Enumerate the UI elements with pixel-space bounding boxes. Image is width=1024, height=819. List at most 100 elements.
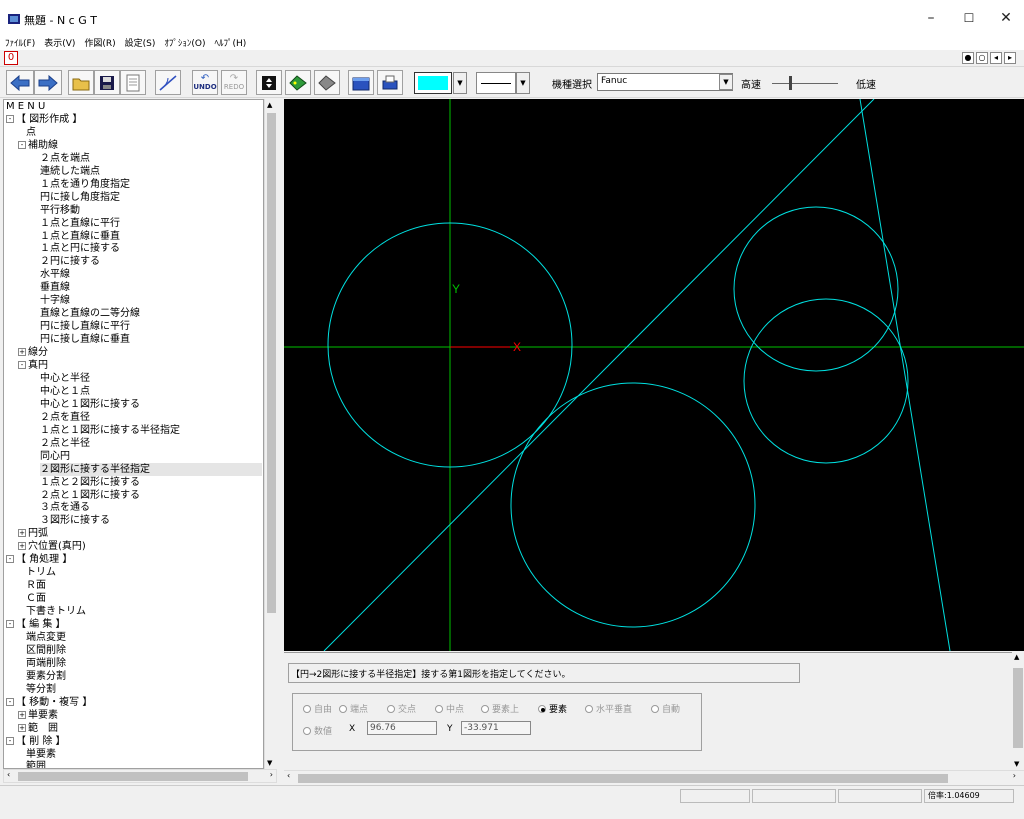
tree-item[interactable]: - 【 図形作成 】: [6, 113, 82, 126]
layer-button[interactable]: [348, 70, 374, 95]
tree-item[interactable]: ３点を通る: [40, 501, 90, 514]
tree-item[interactable]: 中心と１点: [40, 385, 90, 398]
tree-item[interactable]: 範囲: [26, 760, 46, 768]
tree-vertical-scrollbar[interactable]: ▲ ▼: [264, 99, 277, 769]
steep-line[interactable]: [859, 99, 951, 651]
document-tab[interactable]: 0: [4, 51, 18, 65]
collapse-icon[interactable]: -: [6, 620, 14, 628]
canvas-hscroll-thumb[interactable]: [298, 774, 948, 783]
undo-button[interactable]: ↶ UNDO: [192, 70, 218, 95]
snap-on-element-option[interactable]: 要素上: [481, 702, 519, 715]
menu-draw[interactable]: 作図(R): [79, 34, 119, 49]
color-dropdown-button[interactable]: ▼: [453, 72, 467, 94]
tree-item[interactable]: - 【 角処理 】: [6, 553, 72, 566]
tree-item[interactable]: 平行移動: [40, 204, 80, 217]
menu-settings[interactable]: 設定(S): [120, 34, 160, 49]
tree-item[interactable]: - 【 編 集 】: [6, 618, 66, 631]
save-button[interactable]: [94, 70, 120, 95]
tag-remove-button[interactable]: [314, 70, 340, 95]
snap-midpoint-option[interactable]: 中点: [435, 702, 464, 715]
open-button[interactable]: [68, 70, 94, 95]
msg-scroll-down-icon[interactable]: ▼: [1014, 760, 1019, 768]
tab-prev-icon[interactable]: ◂: [990, 52, 1002, 64]
snap-intersection-option[interactable]: 交点: [387, 702, 416, 715]
tree-item[interactable]: １点と２図形に接する: [40, 476, 140, 489]
line-style-select[interactable]: [476, 72, 516, 94]
tree-item[interactable]: ３図形に接する: [40, 514, 110, 527]
tree-scroll-thumb[interactable]: [267, 113, 276, 613]
tree-item[interactable]: + 穴位置(真円): [18, 540, 86, 553]
scroll-up-icon[interactable]: ▲: [267, 101, 272, 109]
canvas-horizontal-scrollbar[interactable]: ‹ ›: [284, 770, 1024, 784]
color-swatch[interactable]: [414, 72, 452, 94]
snap-hv-option[interactable]: 水平垂直: [585, 702, 632, 715]
record-icon[interactable]: ●: [962, 52, 974, 64]
menu-help[interactable]: ﾍﾙﾌﾟ(H): [210, 34, 251, 49]
back-button[interactable]: [6, 70, 34, 95]
model-select[interactable]: Fanuc: [597, 73, 733, 91]
tree-item[interactable]: 下書きトリム: [26, 605, 86, 618]
print-preview-button[interactable]: [120, 70, 146, 95]
y-value-field[interactable]: -33.971: [461, 721, 531, 735]
circle-upper-right[interactable]: [733, 206, 899, 372]
tree-item[interactable]: １点と１図形に接する半径指定: [40, 424, 180, 437]
snap-auto-option[interactable]: 自動: [651, 702, 680, 715]
cad-drawing[interactable]: X Y: [284, 99, 1024, 651]
tree-item[interactable]: ２円に接する: [40, 255, 100, 268]
tree-hscroll-thumb[interactable]: [18, 772, 248, 781]
tree-item[interactable]: Ｃ面: [26, 592, 46, 605]
canvas-scroll-left-icon[interactable]: ‹: [287, 771, 290, 780]
tree-item[interactable]: 等分割: [26, 683, 56, 696]
tree-item[interactable]: ２図形に接する半径指定: [40, 462, 262, 476]
msg-scroll-thumb[interactable]: [1013, 668, 1023, 748]
expand-icon[interactable]: +: [18, 723, 26, 732]
speed-slider-track[interactable]: [772, 83, 838, 84]
tree-item[interactable]: 端点変更: [26, 631, 66, 644]
expand-icon[interactable]: +: [18, 529, 26, 538]
tree-item[interactable]: Ｒ面: [26, 579, 46, 592]
scroll-left-icon[interactable]: ‹: [7, 770, 10, 779]
print-button[interactable]: [377, 70, 403, 95]
tree-item[interactable]: 点: [26, 126, 36, 139]
tree-item[interactable]: - 補助線: [18, 139, 58, 152]
tree-item[interactable]: + 線分: [18, 346, 48, 359]
canvas-scroll-right-icon[interactable]: ›: [1013, 771, 1016, 780]
tree-item[interactable]: - 【 削 除 】: [6, 735, 66, 748]
tree-item[interactable]: + 単要素: [18, 709, 58, 722]
tree-item[interactable]: 十字線: [40, 294, 70, 307]
tree-horizontal-scrollbar[interactable]: ‹ ›: [3, 769, 277, 783]
expand-icon[interactable]: +: [18, 542, 26, 551]
tree-item[interactable]: トリム: [26, 566, 56, 579]
snap-endpoint-option[interactable]: 端点: [339, 702, 368, 715]
speed-slider-thumb[interactable]: [789, 76, 792, 90]
tree-item[interactable]: 垂直線: [40, 281, 70, 294]
close-button[interactable]: ✕: [992, 6, 1020, 30]
collapse-icon[interactable]: -: [18, 361, 26, 369]
tree-item[interactable]: ２点を直径: [40, 411, 90, 424]
numeric-input-option[interactable]: 数値: [303, 724, 332, 737]
tree-item[interactable]: ２点と半径: [40, 437, 90, 450]
tree-item[interactable]: １点と円に接する: [40, 242, 120, 255]
line-tool-button[interactable]: [155, 70, 181, 95]
tree-item[interactable]: １点と直線に垂直: [40, 230, 120, 243]
tree-item[interactable]: 直線と直線の二等分線: [40, 307, 140, 320]
tree-item[interactable]: ２点と１図形に接する: [40, 489, 140, 502]
snap-element-option[interactable]: 要素: [538, 702, 567, 715]
tree-item[interactable]: 円に接し直線に平行: [40, 320, 130, 333]
tree-item[interactable]: 中心と１図形に接する: [40, 398, 140, 411]
msg-scroll-up-icon[interactable]: ▲: [1014, 653, 1019, 661]
tab-next-icon[interactable]: ▸: [1004, 52, 1016, 64]
model-dropdown-button[interactable]: ▼: [719, 74, 733, 90]
message-scrollbar[interactable]: ▲ ▼: [1012, 652, 1024, 770]
tree-item[interactable]: 要素分割: [26, 670, 66, 683]
tree-item[interactable]: 連続した端点: [40, 165, 100, 178]
menu-options[interactable]: ｵﾌﾟｼｮﾝ(O): [159, 34, 209, 49]
tree-item[interactable]: - 【 移動・複写 】: [6, 696, 92, 709]
tree-item[interactable]: 中心と半径: [40, 372, 90, 385]
collapse-icon[interactable]: -: [6, 736, 14, 745]
tree-item[interactable]: 両端削除: [26, 657, 66, 670]
tree-item[interactable]: - 真円: [18, 359, 48, 372]
tree-item[interactable]: 同心円: [40, 450, 70, 463]
forward-button[interactable]: [34, 70, 62, 95]
circle-bottom[interactable]: [510, 382, 756, 628]
